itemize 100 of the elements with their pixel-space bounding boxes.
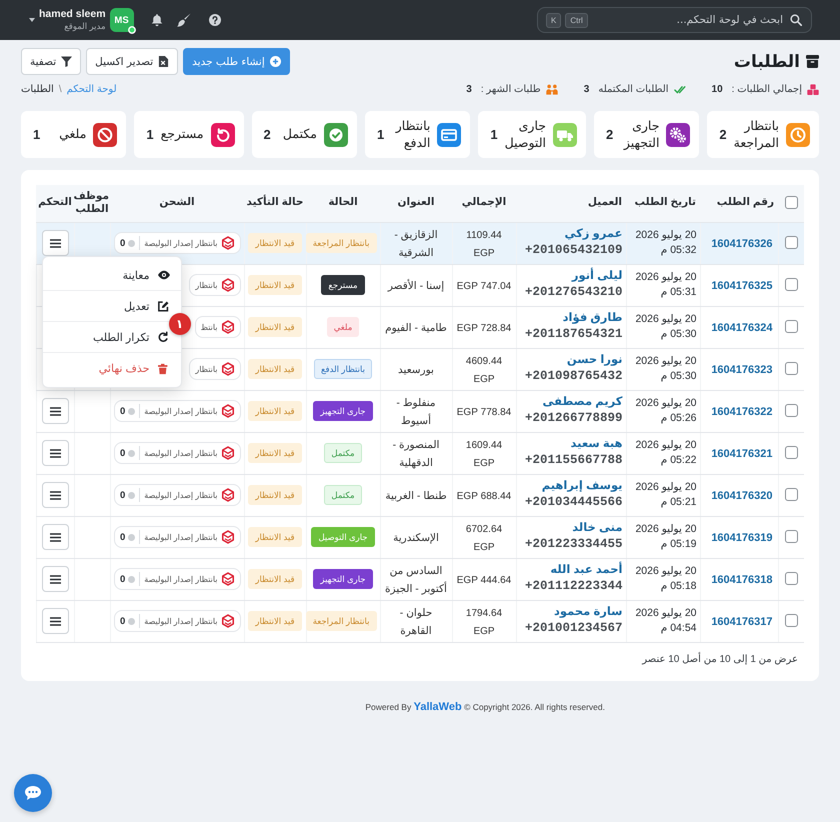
status-card-count: 1	[32, 127, 40, 142]
actions-menu-button[interactable]	[42, 566, 68, 592]
chat-button[interactable]	[14, 774, 52, 812]
customer-name-link[interactable]: عمرو زكي	[520, 227, 622, 242]
row-checkbox[interactable]	[784, 236, 798, 250]
address-text: طنطا - الغربية	[385, 490, 447, 502]
customer-name-link[interactable]: طارق فؤاد	[520, 311, 622, 326]
address-text: إسنا - الأقصر	[388, 280, 444, 292]
filter-icon	[61, 56, 72, 67]
shipping-status-text: بانتظار إصدار البوليصة	[144, 616, 218, 626]
customer-name-link[interactable]: نورا حسن	[520, 353, 622, 368]
shipping-count: 0	[120, 532, 126, 542]
confirmation-badge: قيد الانتظار	[248, 400, 302, 422]
order-number-link[interactable]: 1604176317	[711, 616, 774, 628]
stat-label: إجمالي الطلبات :	[732, 84, 802, 94]
order-time: 05:26 م	[660, 411, 696, 426]
status-badge: بانتظار الدفع	[314, 358, 372, 380]
customer-name-link[interactable]: كريم مصطفى	[520, 395, 622, 410]
actions-menu-button[interactable]	[42, 524, 68, 550]
menu-icon	[50, 406, 60, 416]
confirmation-badge: قيد الانتظار	[248, 358, 302, 380]
select-all-checkbox[interactable]	[784, 196, 798, 210]
shipping-box-icon	[220, 236, 234, 250]
status-dot-icon	[128, 492, 136, 498]
status-card-label: جارى التجهيز	[622, 118, 660, 151]
brush-icon[interactable]	[176, 13, 191, 27]
status-badge: مكتمل	[324, 442, 362, 464]
column-header: رقم الطلب	[700, 185, 778, 222]
stat-label: الطلبات المكتمله	[598, 84, 669, 94]
customer-name-link[interactable]: منى خالد	[520, 521, 622, 536]
order-total: 4609.44 EGP	[466, 356, 502, 385]
order-time: 05:31 م	[660, 285, 696, 300]
shipping-status-text: بانتظار إصدار البوليصة	[144, 448, 218, 458]
row-checkbox[interactable]	[784, 530, 798, 544]
row-checkbox[interactable]	[784, 278, 798, 292]
order-number-link[interactable]: 1604176322	[711, 406, 774, 418]
customer-name-link[interactable]: أحمد عبد الله	[520, 563, 622, 578]
brand-link[interactable]: YallaWeb	[414, 700, 462, 712]
boxes-icon	[807, 84, 819, 94]
row-checkbox[interactable]	[784, 488, 798, 502]
order-number-link[interactable]: 1604176326	[711, 238, 774, 250]
filter-button[interactable]: تصفية	[21, 48, 82, 75]
bell-icon[interactable]	[150, 14, 163, 26]
plus-circle-icon	[270, 56, 281, 67]
menu-icon	[50, 616, 60, 626]
row-checkbox[interactable]	[784, 320, 798, 334]
confirmation-badge: قيد الانتظار	[248, 484, 302, 506]
trash-icon	[158, 362, 170, 374]
order-number-link[interactable]: 1604176320	[711, 490, 774, 502]
column-header: الإجمالي	[452, 185, 516, 222]
order-total: 728.84 EGP	[456, 323, 512, 334]
column-header: تاريخ الطلب	[626, 185, 700, 222]
help-icon[interactable]	[208, 14, 221, 26]
order-number-link[interactable]: 1604176318	[711, 574, 774, 586]
column-header: العميل	[516, 185, 626, 222]
actions-menu-button[interactable]	[42, 230, 68, 256]
row-checkbox[interactable]	[784, 446, 798, 460]
step-number-badge: ١	[168, 313, 190, 335]
actions-menu-button[interactable]	[42, 398, 68, 424]
shipping-box-icon	[220, 614, 234, 628]
order-number-link[interactable]: 1604176321	[711, 448, 774, 460]
order-total: 688.44 EGP	[456, 491, 512, 502]
menu-item[interactable]: معاينة	[42, 260, 180, 291]
breadcrumb-link[interactable]: لوحة التحكم	[66, 84, 117, 94]
row-checkbox[interactable]	[784, 614, 798, 628]
table-info-text: عرض من 1 إلى 10 من أصل 10 عنصر	[640, 651, 799, 666]
status-card-count: 2	[606, 127, 614, 142]
status-card-count: 1	[490, 127, 498, 142]
actions-menu-button[interactable]	[42, 440, 68, 466]
menu-icon	[50, 238, 60, 248]
customer-phone: +201034445566	[524, 494, 622, 511]
order-date: 20 يوليو 2026	[634, 396, 696, 411]
customer-phone: +201266778899	[524, 410, 622, 427]
order-number-link[interactable]: 1604176323	[711, 364, 774, 376]
double-check-icon	[674, 84, 686, 94]
breadcrumb-separator: \	[58, 84, 62, 94]
order-total: 1794.64 EGP	[466, 608, 502, 637]
order-number-link[interactable]: 1604176319	[711, 532, 774, 544]
row-checkbox[interactable]	[784, 362, 798, 376]
order-number-link[interactable]: 1604176325	[711, 280, 774, 292]
order-number-link[interactable]: 1604176324	[711, 322, 774, 334]
row-checkbox[interactable]	[784, 572, 798, 586]
shipping-count: 0	[120, 406, 126, 416]
column-header: موظف الطلب	[74, 185, 110, 222]
shipping-status-text: بانتظار إصدار البوليصة	[144, 238, 218, 248]
customer-name-link[interactable]: يوسف إبراهيم	[520, 479, 622, 494]
order-total: 444.64 EGP	[456, 575, 512, 586]
customer-name-link[interactable]: سارة محمود	[520, 605, 622, 620]
row-checkbox[interactable]	[784, 404, 798, 418]
status-card-count: 2	[264, 127, 271, 142]
order-time: 05:30 م	[660, 327, 696, 342]
customer-name-link[interactable]: ليلى أنور	[520, 269, 622, 284]
actions-menu-button[interactable]	[42, 608, 68, 634]
customer-name-link[interactable]: هبة سعيد	[520, 437, 622, 452]
menu-item[interactable]: حذف نهائي	[42, 353, 180, 384]
caret-down-icon[interactable]	[29, 18, 35, 22]
export-excel-button[interactable]: تصدير اكسيل	[86, 48, 178, 75]
create-order-button[interactable]: إنشاء طلب جديد	[183, 48, 290, 75]
shortcut-key: Ctrl	[565, 13, 588, 28]
actions-menu-button[interactable]	[42, 482, 68, 508]
